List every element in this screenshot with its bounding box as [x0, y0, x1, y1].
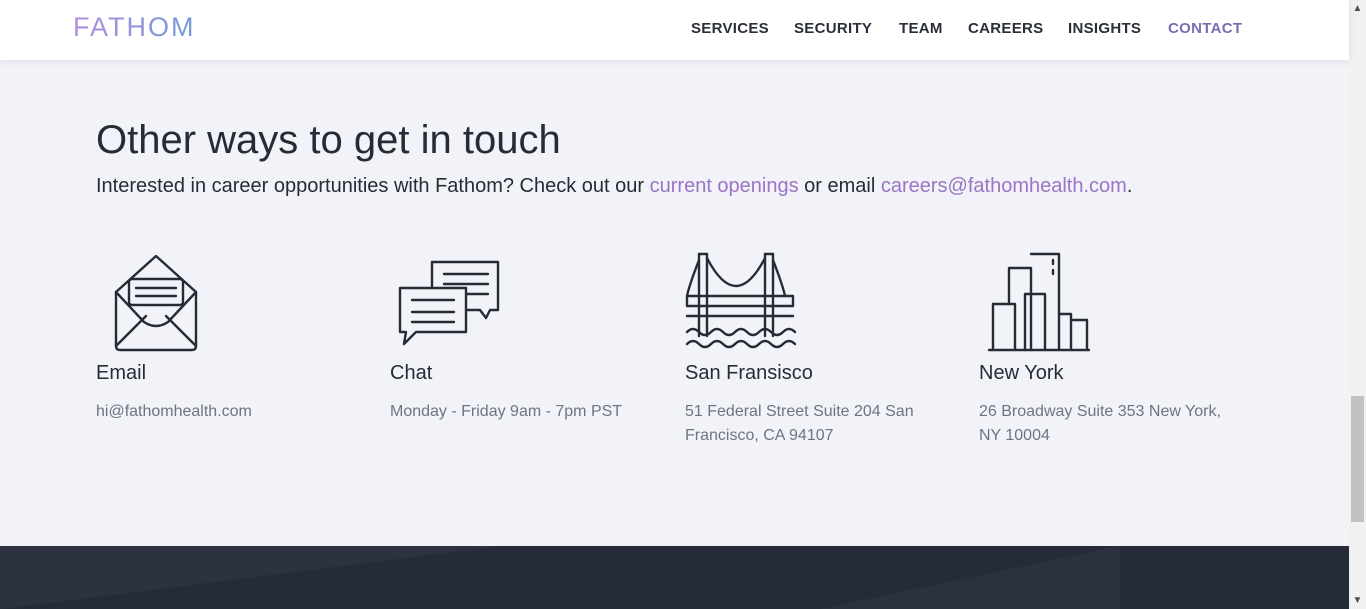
site-footer	[0, 546, 1349, 609]
contact-title-chat: Chat	[390, 362, 433, 384]
contact-section: Other ways to get in touch Interested in…	[0, 60, 1349, 546]
city-buildings-icon	[979, 250, 1239, 354]
scrollbar-thumb[interactable]	[1351, 396, 1364, 522]
footer-decor-shape	[0, 546, 500, 609]
page-scrollbar[interactable]: ▲ ▼	[1349, 0, 1366, 609]
nav-careers[interactable]: CAREERS	[968, 20, 1043, 37]
bridge-icon	[685, 250, 945, 354]
careers-email-link[interactable]: careers@fathomhealth.com	[881, 175, 1127, 197]
scroll-down-arrow-icon[interactable]: ▼	[1349, 592, 1366, 609]
contact-chat: Chat Monday - Friday 9am - 7pm PST	[390, 250, 650, 424]
contact-title-email: Email	[96, 362, 147, 384]
contact-detail-new-york: 26 Broadway Suite 353 New York, NY 10004	[979, 403, 1221, 444]
nav-security[interactable]: SECURITY	[794, 20, 872, 37]
contact-title-new-york: New York	[979, 362, 1064, 384]
contact-detail-email[interactable]: hi@fathomhealth.com	[96, 400, 356, 424]
site-header: FATHOM SERVICES SECURITY TEAM CAREERS IN…	[0, 0, 1349, 60]
lead-middle: or email	[798, 175, 881, 197]
contact-detail-san-francisco: 51 Federal Street Suite 204 San Francisc…	[685, 403, 914, 444]
nav-contact[interactable]: CONTACT	[1168, 20, 1242, 37]
nav-team[interactable]: TEAM	[899, 20, 943, 37]
scroll-up-arrow-icon[interactable]: ▲	[1349, 0, 1366, 17]
contact-new-york: New York 26 Broadway Suite 353 New York,…	[979, 250, 1239, 448]
contact-detail-chat: Monday - Friday 9am - 7pm PST	[390, 403, 623, 420]
chat-icon	[390, 250, 650, 354]
lead-prefix: Interested in career opportunities with …	[96, 175, 650, 197]
careers-lead-text: Interested in career opportunities with …	[96, 175, 1132, 198]
lead-suffix: .	[1126, 175, 1133, 197]
nav-insights[interactable]: INSIGHTS	[1068, 20, 1141, 37]
main-nav: SERVICES SECURITY TEAM CAREERS INSIGHTS …	[0, 20, 1349, 40]
section-title: Other ways to get in touch	[96, 118, 561, 162]
footer-decor-shape	[820, 546, 1120, 609]
contact-email: Email hi@fathomhealth.com	[96, 250, 356, 424]
contact-title-san-francisco: San Fransisco	[685, 362, 813, 384]
contact-san-francisco: San Fransisco 51 Federal Street Suite 20…	[685, 250, 945, 448]
envelope-icon	[96, 250, 356, 354]
current-openings-link[interactable]: current openings	[650, 175, 799, 197]
nav-services[interactable]: SERVICES	[691, 20, 769, 37]
